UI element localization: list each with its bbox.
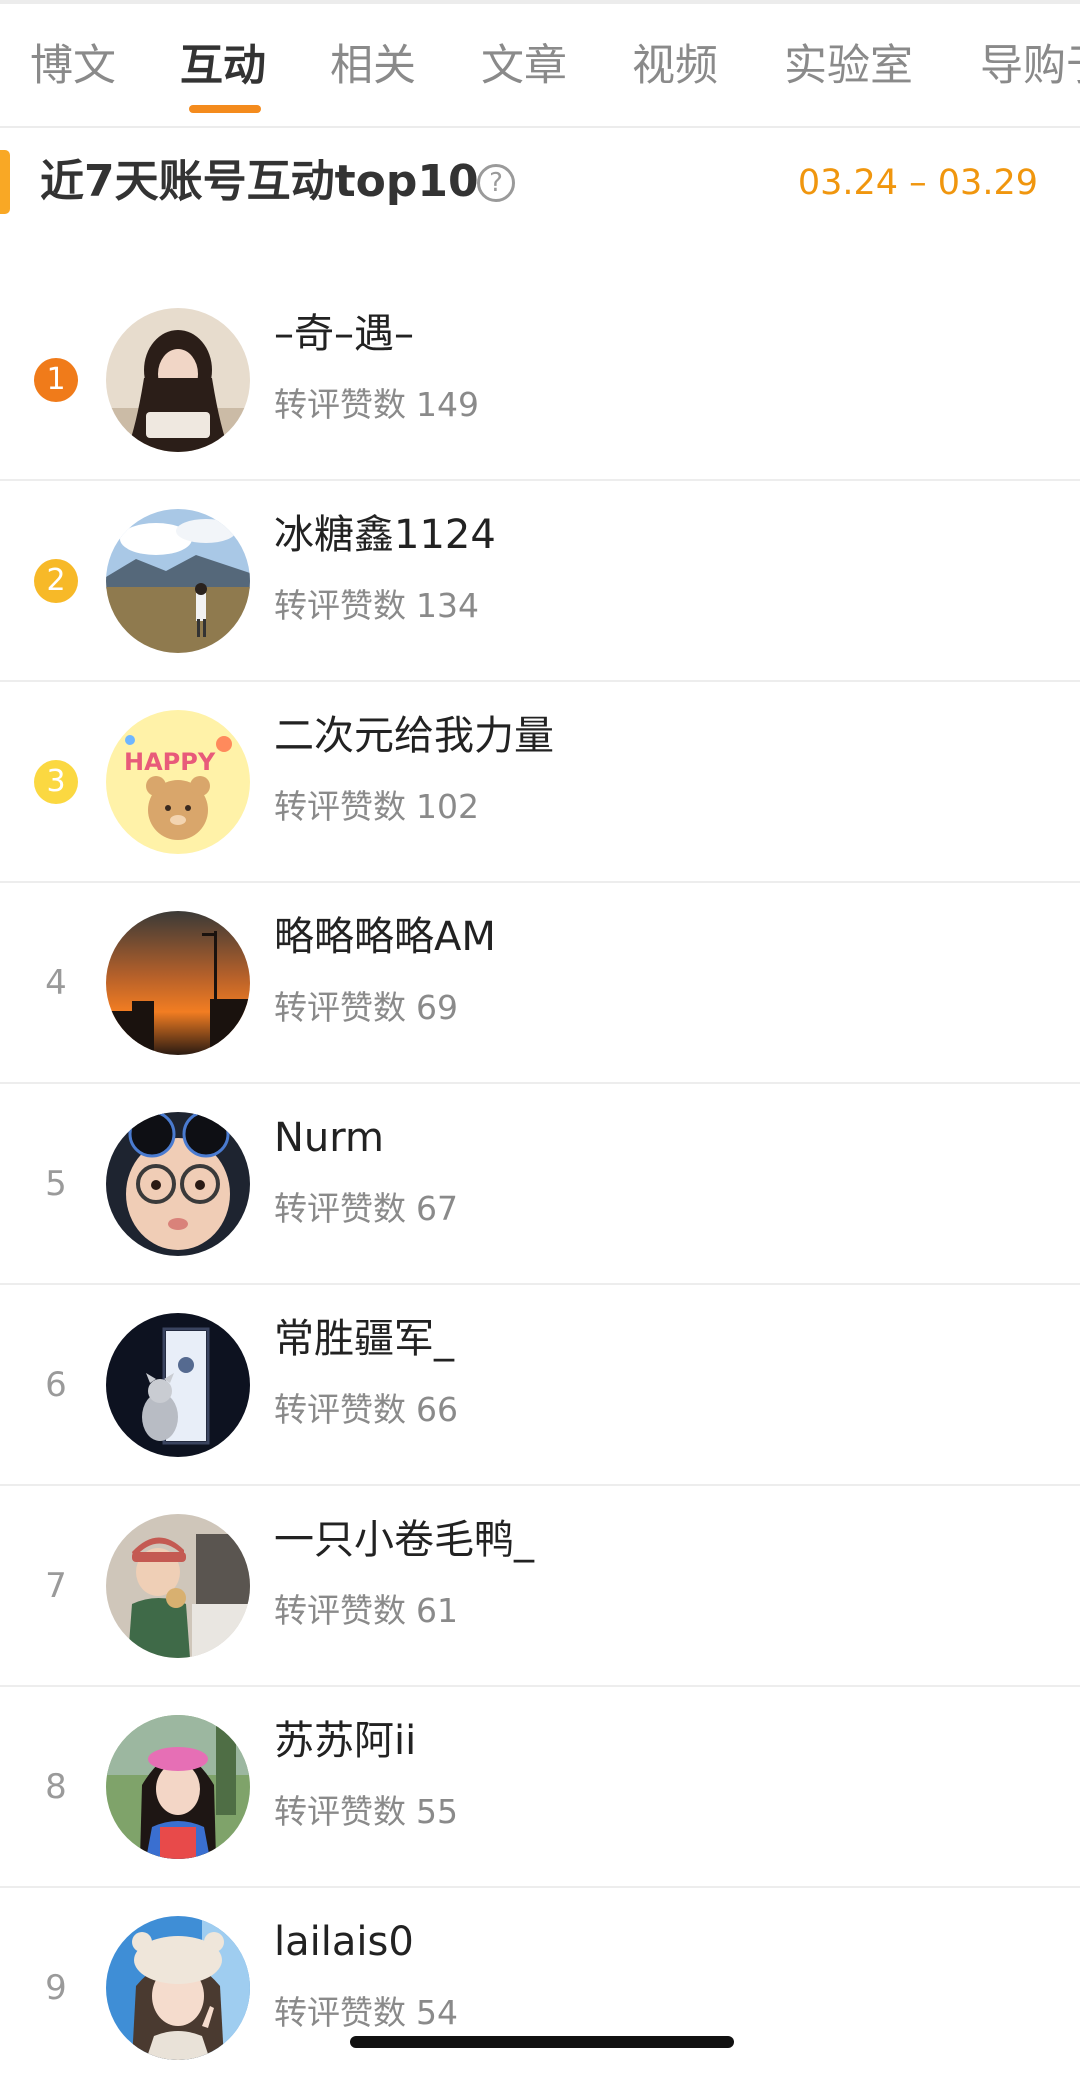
avatar[interactable] bbox=[106, 308, 250, 452]
avatar[interactable] bbox=[106, 509, 250, 653]
interaction-count: 转评赞数 66 bbox=[274, 1390, 458, 1429]
page: 博文 互动 相关 文章 视频 实验室 导购于 近7天账号互动top10 ? 03… bbox=[0, 0, 1080, 2075]
ranking-row[interactable]: 8 苏苏阿ii 转评赞数 55 bbox=[0, 1687, 1080, 1888]
tab-articles[interactable]: 文章 bbox=[481, 38, 567, 94]
interaction-count: 转评赞数 69 bbox=[274, 988, 458, 1027]
svg-text:HAPPY: HAPPY bbox=[124, 748, 216, 776]
rank-badge: 3 bbox=[34, 760, 78, 804]
rank-number: 7 bbox=[45, 1566, 67, 1606]
rank-number: 8 bbox=[45, 1767, 67, 1807]
account-name[interactable]: 冰糖鑫1124 bbox=[274, 505, 496, 565]
ranking-row[interactable]: 1 –奇–遇– 转评赞数 149 bbox=[0, 280, 1080, 481]
account-name[interactable]: 二次元给我力量 bbox=[274, 706, 554, 766]
section-title: 近7天账号互动top10 bbox=[40, 156, 479, 207]
section-accent-bar bbox=[0, 150, 10, 214]
rank-number: 5 bbox=[45, 1164, 67, 1204]
interaction-count: 转评赞数 55 bbox=[274, 1792, 458, 1831]
ranking-row[interactable]: 4 略略略略AM 转评赞数 69 bbox=[0, 883, 1080, 1084]
ranking-list: 1 –奇–遇– 转评赞数 149 2 冰糖鑫1124 转评赞数 134 3 HA… bbox=[0, 280, 1080, 2075]
avatar[interactable] bbox=[106, 1916, 250, 2060]
ranking-row[interactable]: 2 冰糖鑫1124 转评赞数 134 bbox=[0, 481, 1080, 682]
account-name[interactable]: 一只小卷毛鸭_ bbox=[274, 1510, 534, 1570]
section-header: 近7天账号互动top10 ? 03.24 – 03.29 bbox=[0, 130, 1080, 240]
rank-badge: 2 bbox=[34, 559, 78, 603]
tab-bar: 博文 互动 相关 文章 视频 实验室 导购于 bbox=[0, 0, 1080, 128]
tab-lab[interactable]: 实验室 bbox=[784, 38, 913, 94]
home-indicator[interactable] bbox=[350, 2036, 734, 2048]
tab-interaction[interactable]: 互动 bbox=[180, 38, 266, 94]
avatar[interactable]: HAPPY bbox=[106, 710, 250, 854]
avatar[interactable] bbox=[106, 1715, 250, 1859]
avatar[interactable] bbox=[106, 911, 250, 1055]
interaction-count: 转评赞数 67 bbox=[274, 1189, 458, 1228]
tab-related[interactable]: 相关 bbox=[330, 38, 416, 94]
date-range: 03.24 – 03.29 bbox=[797, 163, 1038, 203]
avatar[interactable] bbox=[106, 1313, 250, 1457]
account-name[interactable]: 常胜疆军_ bbox=[274, 1309, 454, 1369]
rank-number: 6 bbox=[45, 1365, 67, 1405]
question-circle-icon[interactable]: ? bbox=[477, 164, 515, 202]
account-name[interactable]: 苏苏阿ii bbox=[274, 1711, 416, 1771]
rank-number: 4 bbox=[45, 963, 67, 1003]
avatar[interactable] bbox=[106, 1514, 250, 1658]
interaction-count: 转评赞数 102 bbox=[274, 787, 479, 826]
interaction-count: 转评赞数 54 bbox=[274, 1993, 458, 2032]
account-name[interactable]: Nurm bbox=[274, 1108, 384, 1168]
rank-number: 9 bbox=[45, 1968, 67, 2008]
account-name[interactable]: lailais0 bbox=[274, 1912, 414, 1972]
interaction-count: 转评赞数 61 bbox=[274, 1591, 458, 1630]
tab-video[interactable]: 视频 bbox=[632, 38, 718, 94]
active-tab-indicator bbox=[189, 105, 261, 113]
interaction-count: 转评赞数 134 bbox=[274, 586, 479, 625]
ranking-row[interactable]: 3 HAPPY 二次元给我力量 转评赞数 102 bbox=[0, 682, 1080, 883]
account-name[interactable]: –奇–遇– bbox=[274, 304, 414, 364]
rank-badge: 1 bbox=[34, 358, 78, 402]
ranking-row[interactable]: 7 一只小卷毛鸭_ 转评赞数 61 bbox=[0, 1486, 1080, 1687]
avatar[interactable] bbox=[106, 1112, 250, 1256]
tab-shopping[interactable]: 导购于 bbox=[980, 38, 1080, 94]
account-name[interactable]: 略略略略AM bbox=[274, 907, 496, 967]
interaction-count: 转评赞数 149 bbox=[274, 385, 479, 424]
ranking-row[interactable]: 6 常胜疆军_ 转评赞数 66 bbox=[0, 1285, 1080, 1486]
ranking-row[interactable]: 5 Nurm 转评赞数 67 bbox=[0, 1084, 1080, 1285]
tab-weibo[interactable]: 博文 bbox=[30, 38, 116, 94]
